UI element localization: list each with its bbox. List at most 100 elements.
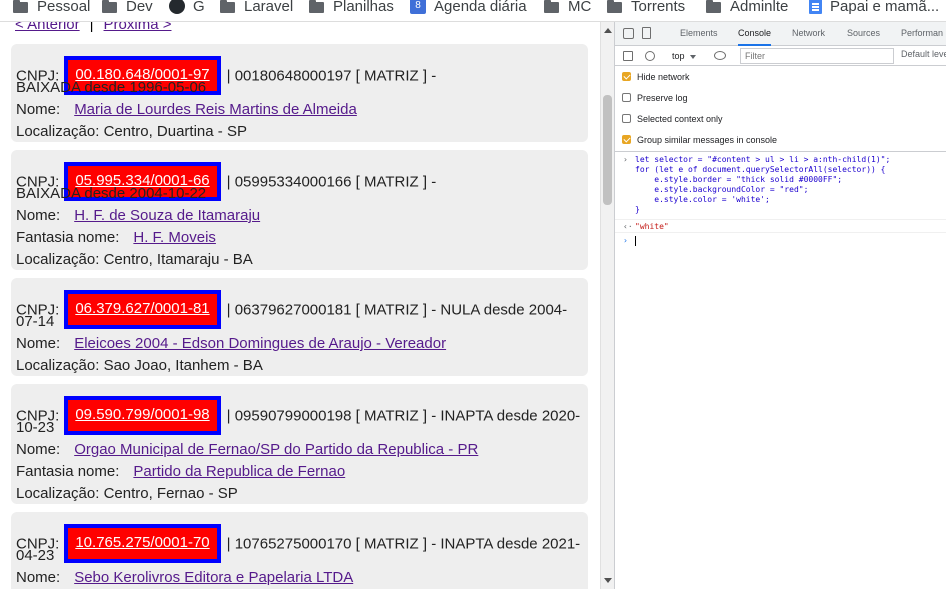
- bookmark-laravel[interactable]: Laravel: [220, 0, 293, 16]
- option-group-similar[interactable]: Group similar messages in console: [622, 133, 777, 147]
- page-scrollbar[interactable]: [600, 22, 614, 589]
- folder-icon: [13, 0, 28, 13]
- company-card: CNPJ: 09.590.799/0001-98 | 09590799000198 …: [11, 384, 588, 504]
- page-content: < Anterior | Próxima > CNPJ: 00.180.648/000…: [0, 22, 600, 589]
- pager-separator: |: [89, 22, 94, 33]
- bookmark-mc[interactable]: MC: [544, 0, 591, 16]
- live-expression-eye-icon[interactable]: [714, 51, 726, 60]
- localizacao-line: Localização: Sao Joao, Itanhem - BA: [16, 357, 263, 374]
- text-cursor: [635, 236, 636, 246]
- tab-performance[interactable]: Performan: [901, 22, 943, 46]
- nome-link[interactable]: Maria de Lourdes Reis Martins de Almeida: [74, 101, 357, 118]
- bookmark-github[interactable]: G: [169, 0, 205, 16]
- options-divider: [615, 151, 946, 152]
- folder-icon: [706, 0, 721, 13]
- nome-link[interactable]: H. F. de Souza de Itamaraju: [74, 207, 260, 224]
- code-line: for (let e of document.querySelectorAll(…: [635, 165, 886, 174]
- status-line: 10-23: [16, 419, 55, 436]
- inspect-element-icon[interactable]: [623, 28, 634, 39]
- company-card: CNPJ: 10.765.275/0001-70 | 10765275000170 …: [11, 512, 588, 589]
- tab-sources[interactable]: Sources: [847, 22, 880, 46]
- tab-console[interactable]: Console: [738, 22, 772, 46]
- localizacao-line: Localização: Centro, Duartina - SP: [16, 123, 247, 140]
- prompt-chevron-icon: ›: [623, 236, 628, 245]
- devtools-tabbar: Elements Console Network Sources Perform…: [615, 22, 946, 46]
- log-levels-dropdown[interactable]: Default leve: [901, 49, 946, 59]
- checkbox-unchecked-icon[interactable]: [622, 93, 631, 102]
- result-arrow-icon: ‹·: [623, 222, 633, 231]
- result-value: "white": [635, 222, 669, 231]
- next-page-link[interactable]: Próxima >: [104, 22, 172, 33]
- console-filter-input[interactable]: [740, 48, 894, 64]
- nome-line: Nome: Maria de Lourdes Reis Martins de Al…: [16, 101, 357, 118]
- bookmark-papai[interactable]: Papai e mamã...: [809, 0, 939, 16]
- checkbox-checked-icon[interactable]: [622, 72, 631, 81]
- code-line: e.style.color = 'white';: [635, 195, 770, 204]
- option-hide-network[interactable]: Hide network: [622, 70, 690, 84]
- code-line: e.style.border = "thick solid #0000FF";: [635, 175, 843, 184]
- context-selector[interactable]: top: [672, 49, 696, 63]
- code-line: e.style.backgroundColor = "red";: [635, 185, 809, 194]
- console-toolbar: top Default leve: [615, 46, 946, 66]
- nome-line: Nome: Eleicoes 2004 - Edson Domingues de …: [16, 335, 447, 352]
- tab-network[interactable]: Network: [792, 22, 825, 46]
- folder-icon: [607, 0, 622, 13]
- input-chevron-icon: ›: [623, 155, 628, 164]
- option-selected-context[interactable]: Selected context only: [622, 112, 723, 126]
- bookmark-agenda[interactable]: 8 Agenda diária: [410, 0, 527, 16]
- bookmark-dev[interactable]: Dev: [102, 0, 153, 16]
- nome-link[interactable]: Sebo Kerolivros Editora e Papelaria LTDA: [74, 569, 353, 586]
- code-line: let selector = "#content > ul > li > a:n…: [635, 155, 891, 164]
- scroll-up-arrow-icon[interactable]: [604, 28, 612, 33]
- device-toolbar-icon[interactable]: [642, 27, 651, 39]
- nome-link[interactable]: Eleicoes 2004 - Edson Domingues de Arauj…: [74, 335, 446, 352]
- option-preserve-log[interactable]: Preserve log: [622, 91, 688, 105]
- document-icon: [809, 0, 822, 14]
- cnpj-link[interactable]: 10.765.275/0001-70: [75, 534, 209, 551]
- fantasia-line: Fantasia nome: Partido da Republica de Fe…: [16, 463, 346, 480]
- cnpj-line: CNPJ: 10.765.275/0001-70 | 10765275000170 …: [16, 524, 580, 564]
- cnpj-highlight: 09.590.799/0001-98: [64, 396, 221, 435]
- nome-link[interactable]: Orgao Municipal de Fernao/SP do Partido …: [74, 441, 478, 458]
- bookmark-torrents[interactable]: Torrents: [607, 0, 685, 16]
- fantasia-link[interactable]: Partido da Republica de Fernao: [133, 463, 345, 480]
- status-line: BAIXADA desde 1996-05-06: [16, 79, 207, 96]
- prompt-caret[interactable]: [635, 236, 636, 247]
- cnpj-line: CNPJ: 09.590.799/0001-98 | 09590799000198 …: [16, 396, 580, 436]
- tab-elements[interactable]: Elements: [680, 22, 718, 46]
- checkbox-checked-icon[interactable]: [622, 135, 631, 144]
- bookmarks-bar: Pessoal Dev G Laravel Planilhas 8 Agenda …: [0, 0, 946, 22]
- folder-icon: [220, 0, 235, 13]
- cnpj-link[interactable]: 06.379.627/0001-81: [75, 300, 209, 317]
- bookmark-pessoal[interactable]: Pessoal: [13, 0, 90, 16]
- nome-line: Nome: Orgao Municipal de Fernao/SP do Par…: [16, 441, 479, 458]
- localizacao-line: Localização: Centro, Itamaraju - BA: [16, 251, 253, 268]
- prev-page-link[interactable]: < Anterior: [15, 22, 80, 33]
- calendar-icon: 8: [410, 0, 426, 14]
- bookmark-planilhas[interactable]: Planilhas: [309, 0, 394, 16]
- scroll-down-arrow-icon[interactable]: [604, 578, 612, 583]
- localizacao-line: Localização: Centro, Fernao - SP: [16, 485, 238, 502]
- cnpj-link[interactable]: 09.590.799/0001-98: [75, 406, 209, 423]
- nome-line: Nome: Sebo Kerolivros Editora e Papelaria…: [16, 569, 354, 586]
- bookmark-adminlte[interactable]: Adminlte: [706, 0, 788, 16]
- company-card: CNPJ: 06.379.627/0001-81 | 06379627000181 …: [11, 278, 588, 376]
- sidebar-toggle-icon[interactable]: [623, 51, 633, 61]
- clear-console-icon[interactable]: [645, 51, 655, 61]
- status-line: 04-23: [16, 547, 55, 564]
- cnpj-highlight: 06.379.627/0001-81: [64, 290, 221, 329]
- console-result: ‹· "white": [615, 219, 946, 233]
- console-prompt[interactable]: ›: [615, 234, 946, 248]
- folder-icon: [102, 0, 117, 13]
- folder-icon: [544, 0, 559, 13]
- folder-icon: [309, 0, 324, 13]
- scrollbar-thumb[interactable]: [603, 95, 612, 205]
- fantasia-link[interactable]: H. F. Moveis: [133, 229, 216, 246]
- fantasia-line: Fantasia nome: H. F. Moveis: [16, 229, 216, 246]
- status-line: 07-14: [16, 313, 55, 330]
- code-line: }: [635, 205, 640, 214]
- devtools-panel: Elements Console Network Sources Perform…: [614, 22, 946, 589]
- checkbox-unchecked-icon[interactable]: [622, 114, 631, 123]
- nome-line: Nome: H. F. de Souza de Itamaraju: [16, 207, 261, 224]
- pager: < Anterior | Próxima >: [15, 22, 171, 33]
